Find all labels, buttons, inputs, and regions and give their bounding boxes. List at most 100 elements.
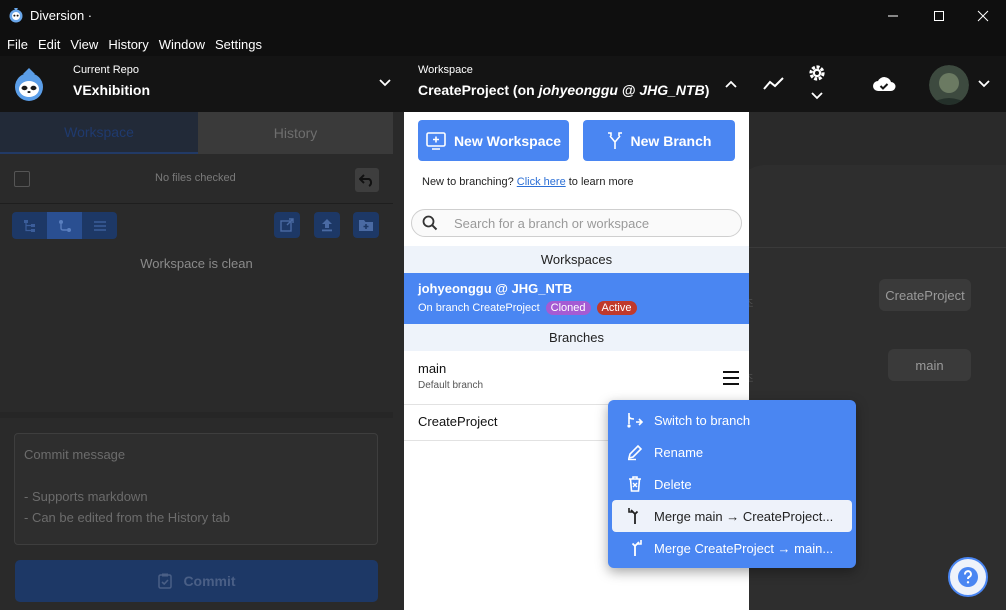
menu-file[interactable]: File bbox=[7, 37, 28, 52]
close-button[interactable] bbox=[960, 0, 1006, 32]
chevron-up-icon[interactable] bbox=[722, 76, 740, 92]
maximize-button[interactable] bbox=[916, 0, 962, 32]
panel-gap bbox=[393, 112, 404, 610]
external-link-icon bbox=[280, 218, 294, 232]
menu-settings[interactable]: Settings bbox=[215, 37, 262, 52]
new-to-branching-text: New to branching? Click here to learn mo… bbox=[422, 176, 634, 188]
menu-item-label: Delete bbox=[654, 476, 692, 492]
no-files-checked-text: No files checked bbox=[155, 172, 236, 184]
pencil-icon bbox=[627, 444, 643, 461]
current-repo-label: Current Repo bbox=[73, 64, 140, 76]
new-workspace-label: New Workspace bbox=[453, 132, 562, 149]
commit-message-input[interactable]: Commit message - Supports markdown - Can… bbox=[14, 433, 378, 545]
menu-item-switch-to-branch[interactable]: Switch to branch bbox=[612, 404, 852, 436]
menu-view[interactable]: View bbox=[70, 37, 98, 52]
new-branching-prefix: New to branching? bbox=[422, 176, 517, 188]
new-folder-button[interactable] bbox=[353, 212, 379, 238]
graph-view-icon bbox=[58, 219, 71, 232]
branch-name: CreateProject bbox=[418, 414, 498, 429]
commit-placeholder-line: - Can be edited from the History tab bbox=[24, 510, 230, 525]
commit-button[interactable]: Commit bbox=[15, 560, 378, 602]
select-all-checkbox[interactable] bbox=[14, 171, 30, 187]
click-here-link[interactable]: Click here bbox=[517, 176, 566, 188]
menu-item-merge-createproject-into-main[interactable]: Merge CreateProject → main... bbox=[612, 532, 852, 564]
menu-item-label: Merge main → CreateProject... bbox=[654, 508, 834, 524]
branch-sub: Default branch bbox=[418, 380, 484, 391]
merge-icon bbox=[631, 540, 642, 556]
commit-button-label: Commit bbox=[183, 573, 236, 589]
menu-item-rename[interactable]: Rename bbox=[612, 436, 852, 468]
menu-item-delete[interactable]: Delete bbox=[612, 468, 852, 500]
menu-bar: File Edit View History Window Settings bbox=[0, 32, 1006, 56]
branch-fork-icon bbox=[607, 131, 622, 149]
branches-section-header: Branches bbox=[404, 324, 749, 351]
minimize-button[interactable] bbox=[870, 0, 916, 32]
cloned-badge: Cloned bbox=[545, 301, 591, 315]
menu-item-label: Merge CreateProject → main... bbox=[654, 540, 834, 556]
diversion-logo-icon bbox=[15, 68, 43, 101]
files-header-row: No files checked bbox=[0, 154, 393, 204]
menu-item-label: Switch to branch bbox=[654, 412, 751, 428]
workspace-list-item[interactable]: johyeonggu @ JHG_NTB On branch CreatePro… bbox=[404, 273, 749, 324]
list-view-toggle[interactable] bbox=[82, 212, 117, 239]
new-branching-suffix: to learn more bbox=[565, 176, 634, 188]
menu-item-label: Rename bbox=[654, 444, 704, 460]
app-header: Current Repo VExhibition Workspace Creat… bbox=[0, 56, 1006, 112]
folder-plus-icon bbox=[359, 220, 373, 231]
workspace-name-user: johyeonggu @ JHG_NTB bbox=[538, 82, 705, 98]
branch-name: main bbox=[418, 361, 447, 376]
workspace-item-name: johyeonggu @ JHG_NTB bbox=[418, 281, 573, 296]
list-view-icon bbox=[93, 220, 106, 231]
new-workspace-icon bbox=[426, 131, 446, 150]
menu-window[interactable]: Window bbox=[159, 37, 205, 52]
undo-icon bbox=[359, 174, 373, 187]
account-chevron-down-icon[interactable] bbox=[976, 78, 992, 90]
menu-edit[interactable]: Edit bbox=[38, 37, 60, 52]
workspace-name-suffix: ) bbox=[704, 82, 710, 98]
workspace-name-prefix: CreateProject (on bbox=[418, 82, 539, 98]
current-repo-name[interactable]: VExhibition bbox=[73, 82, 150, 98]
switch-branch-icon bbox=[627, 413, 644, 428]
gear-icon[interactable] bbox=[806, 62, 828, 84]
branch-row-main[interactable]: main Default branch bbox=[404, 351, 749, 405]
app-logo-icon bbox=[9, 8, 23, 23]
menu-history[interactable]: History bbox=[108, 37, 148, 52]
undo-button[interactable] bbox=[355, 168, 379, 192]
title-bar: Diversion · bbox=[0, 0, 1006, 32]
new-branch-button[interactable]: New Branch bbox=[583, 120, 735, 161]
cloud-sync-icon[interactable] bbox=[871, 74, 897, 94]
repo-chevron-down-icon[interactable] bbox=[378, 78, 392, 88]
branch-menu-icon[interactable] bbox=[722, 370, 740, 386]
help-button[interactable] bbox=[948, 557, 988, 597]
activity-graph-icon[interactable] bbox=[762, 74, 786, 94]
open-external-button[interactable] bbox=[274, 212, 300, 238]
workspace-item-sub: On branch CreateProject Cloned Active bbox=[418, 301, 637, 315]
upload-button[interactable] bbox=[314, 212, 340, 238]
tab-workspace[interactable]: Workspace bbox=[0, 112, 198, 154]
workspaces-section-header: Workspaces bbox=[404, 246, 749, 273]
search-icon bbox=[422, 215, 438, 231]
workspace-selector[interactable]: CreateProject (on johyeonggu @ JHG_NTB) bbox=[418, 82, 709, 98]
branch-search-input[interactable]: Search for a branch or workspace bbox=[411, 209, 742, 237]
panel-resize-handle[interactable] bbox=[0, 412, 393, 418]
workspace-label: Workspace bbox=[418, 64, 473, 76]
merge-icon bbox=[628, 508, 639, 524]
workspace-item-branch: On branch CreateProject bbox=[418, 302, 540, 314]
branch-tag-createproject[interactable]: CreateProject bbox=[879, 279, 971, 311]
tree-view-toggle[interactable] bbox=[12, 212, 47, 239]
settings-chevron-down-icon[interactable] bbox=[808, 90, 826, 102]
tab-history[interactable]: History bbox=[198, 112, 393, 154]
clipboard-check-icon bbox=[158, 573, 173, 589]
user-avatar[interactable] bbox=[929, 65, 969, 105]
workspace-clean-text: Workspace is clean bbox=[140, 256, 253, 271]
commit-placeholder-line: - Supports markdown bbox=[24, 489, 148, 504]
commit-placeholder-title: Commit message bbox=[24, 447, 126, 462]
branch-context-menu: Switch to branch Rename Delete Merge mai… bbox=[608, 400, 856, 568]
search-placeholder: Search for a branch or workspace bbox=[454, 216, 650, 231]
branch-tag-main[interactable]: main bbox=[888, 349, 971, 381]
graph-view-toggle[interactable] bbox=[47, 212, 82, 239]
upload-icon bbox=[322, 219, 332, 232]
new-workspace-button[interactable]: New Workspace bbox=[418, 120, 569, 161]
menu-item-merge-main-into-createproject[interactable]: Merge main → CreateProject... bbox=[612, 500, 852, 532]
trash-icon bbox=[629, 476, 641, 492]
